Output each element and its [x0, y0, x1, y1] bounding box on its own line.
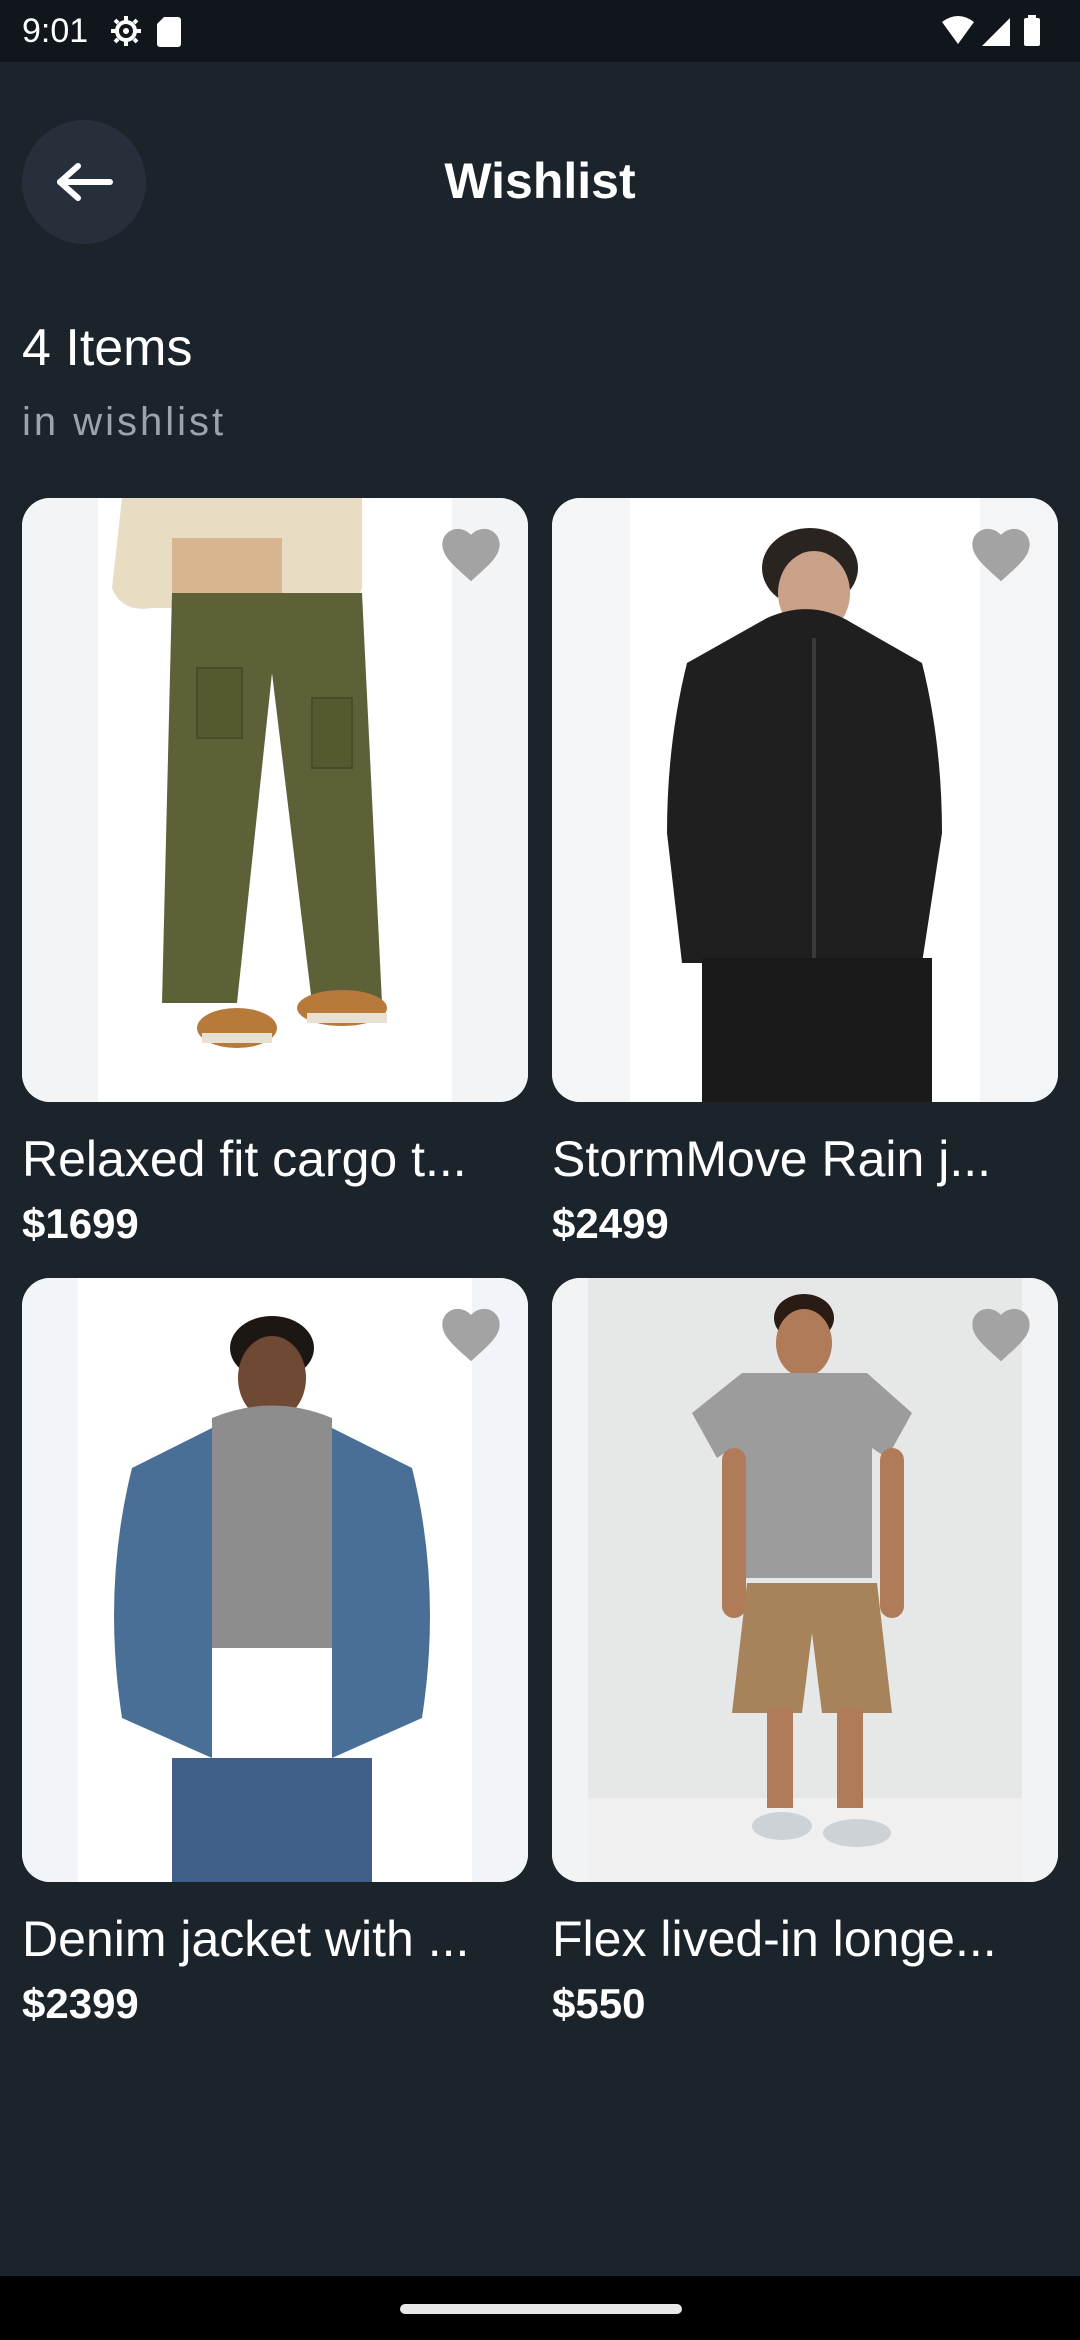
product-image[interactable] [552, 1278, 1058, 1882]
heart-icon[interactable] [968, 524, 1034, 584]
product-image[interactable] [22, 498, 528, 1102]
item-count-subtitle: in wishlist [22, 400, 227, 444]
product-name: Relaxed fit cargo t... [22, 1131, 467, 1187]
heart-icon[interactable] [438, 1304, 504, 1364]
product-card[interactable]: Relaxed fit cargo t... $1699 [22, 498, 528, 1248]
product-card[interactable]: Denim jacket with ... $2399 [22, 1278, 528, 2028]
product-name: Flex lived-in longe... [552, 1911, 997, 1967]
battery-icon [1024, 15, 1040, 46]
status-right-icons [940, 14, 1050, 53]
wishlist-grid: Relaxed fit cargo t... $1699 StormMove R… [22, 498, 1058, 2028]
signal-icon [982, 18, 1010, 46]
item-count: 4 Items [22, 319, 193, 377]
product-card[interactable]: Flex lived-in longe... $550 [552, 1278, 1058, 2028]
home-indicator[interactable] [400, 2304, 682, 2314]
product-image[interactable] [552, 498, 1058, 1102]
page-title: Wishlist [444, 153, 636, 209]
wifi-icon [942, 16, 974, 44]
product-price: $2399 [22, 1980, 139, 2027]
status-left-icons [108, 14, 188, 53]
heart-icon[interactable] [968, 1304, 1034, 1364]
header: Wishlist [0, 62, 1080, 302]
product-price: $2499 [552, 1200, 669, 1247]
settings-icon [111, 16, 141, 46]
product-price: $550 [552, 1980, 646, 2027]
product-card[interactable]: StormMove Rain j... $2499 [552, 498, 1058, 1248]
wishlist-summary: 4 Items in wishlist [22, 318, 226, 445]
product-image[interactable] [22, 1278, 528, 1882]
product-price: $1699 [22, 1200, 139, 1247]
product-name: StormMove Rain j... [552, 1131, 992, 1187]
heart-icon[interactable] [438, 524, 504, 584]
product-name: Denim jacket with ... [22, 1911, 470, 1967]
status-time: 9:01 [22, 12, 89, 50]
status-bar: 9:01 [0, 0, 1080, 62]
sd-card-icon [157, 17, 181, 47]
